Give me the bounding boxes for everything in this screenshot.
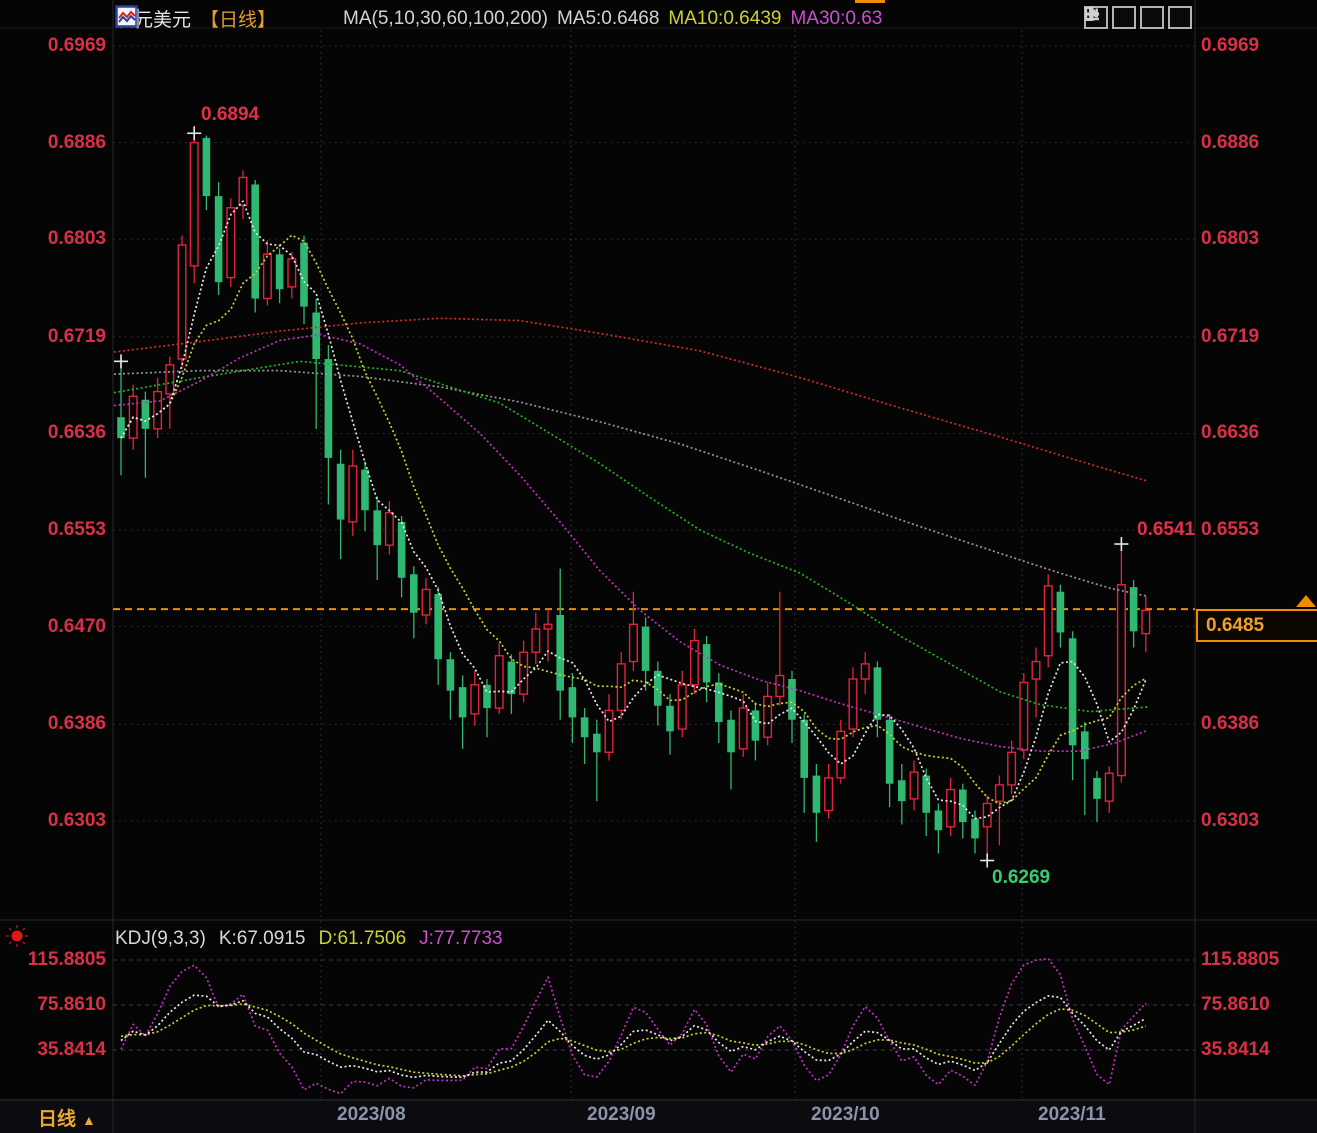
candlestick-chart-canvas[interactable] <box>0 0 1317 1133</box>
chart-toolbar <box>1084 6 1192 29</box>
ma5-value-label: MA5:0.6468 <box>557 8 659 30</box>
kdj-tick-label: 115.8805 <box>1201 949 1279 971</box>
price-tick-label: 0.6886 <box>1201 132 1259 154</box>
top-scroll-indicator <box>855 0 885 3</box>
kdj-tick-label: 75.8610 <box>1201 994 1270 1016</box>
date-tick-label: 2023/11 <box>1038 1104 1106 1126</box>
price-tick-label: 0.6803 <box>0 228 106 250</box>
price-tick-label: 0.6969 <box>1201 35 1259 57</box>
price-tick-label: 0.6636 <box>1201 422 1259 444</box>
price-tick-label: 0.6303 <box>0 810 106 832</box>
date-tick-label: 2023/09 <box>587 1104 656 1126</box>
kdj-j-value: J:77.7733 <box>419 928 502 950</box>
ma30-value-label: MA30:0.63 <box>790 8 882 30</box>
chart-header: 澳元美元 【日线】 MA(5,10,30,60,100,200) MA5:0.6… <box>115 5 882 32</box>
price-tick-label: 0.6636 <box>0 422 106 444</box>
ma10-value-label: MA10:0.6439 <box>668 8 781 30</box>
indicator-marker-icon[interactable] <box>4 923 30 949</box>
date-tick-label: 2023/10 <box>811 1104 880 1126</box>
kdj-tick-label: 35.8414 <box>0 1039 106 1061</box>
kdj-k-value: K:67.0915 <box>219 928 306 950</box>
forex-chart-app: 澳元美元 【日线】 MA(5,10,30,60,100,200) MA5:0.6… <box>0 0 1317 1133</box>
exit-icon[interactable] <box>1168 6 1192 29</box>
price-tick-label: 0.6470 <box>0 616 106 638</box>
price-tick-label: 0.6386 <box>1201 713 1259 735</box>
price-tick-label: 0.6303 <box>1201 810 1259 832</box>
low-price-annotation: 0.6269 <box>992 867 1050 889</box>
triangle-up-icon: ▲ <box>82 1112 96 1128</box>
axis-play-icon[interactable] <box>1140 6 1164 29</box>
kdj-settings-label: KDJ(9,3,3) <box>115 928 206 950</box>
price-tick-label: 0.6886 <box>0 132 106 154</box>
recent-high-annotation: 0.6541 <box>1137 519 1195 541</box>
ma-settings-label: MA(5,10,30,60,100,200) <box>343 8 548 30</box>
price-tick-label: 0.6553 <box>0 519 106 541</box>
price-tick-label: 0.6803 <box>1201 228 1259 250</box>
period-selector[interactable]: 日线 ▲ <box>38 1104 96 1131</box>
date-tick-label: 2023/08 <box>337 1104 406 1126</box>
period-selector-label: 日线 <box>38 1109 76 1130</box>
price-tick-label: 0.6969 <box>0 35 106 57</box>
period-tag: 【日线】 <box>200 5 276 32</box>
kdj-tick-label: 35.8414 <box>1201 1039 1270 1061</box>
kdj-d-value: D:61.7506 <box>318 928 406 950</box>
kdj-tick-label: 75.8610 <box>0 994 106 1016</box>
kdj-header: KDJ(9,3,3) K:67.0915 D:61.7506 J:77.7733 <box>115 928 503 950</box>
price-tick-label: 0.6386 <box>0 713 106 735</box>
axis-step-back-icon[interactable] <box>1112 6 1136 29</box>
ma-indicator-icon[interactable] <box>309 7 334 31</box>
price-tick-label: 0.6719 <box>1201 326 1259 348</box>
price-tick-label: 0.6553 <box>1201 519 1259 541</box>
high-price-annotation: 0.6894 <box>201 104 259 126</box>
kdj-tick-label: 115.8805 <box>0 949 106 971</box>
price-tick-label: 0.6719 <box>0 326 106 348</box>
last-price-box: 0.6485 <box>1196 609 1317 642</box>
